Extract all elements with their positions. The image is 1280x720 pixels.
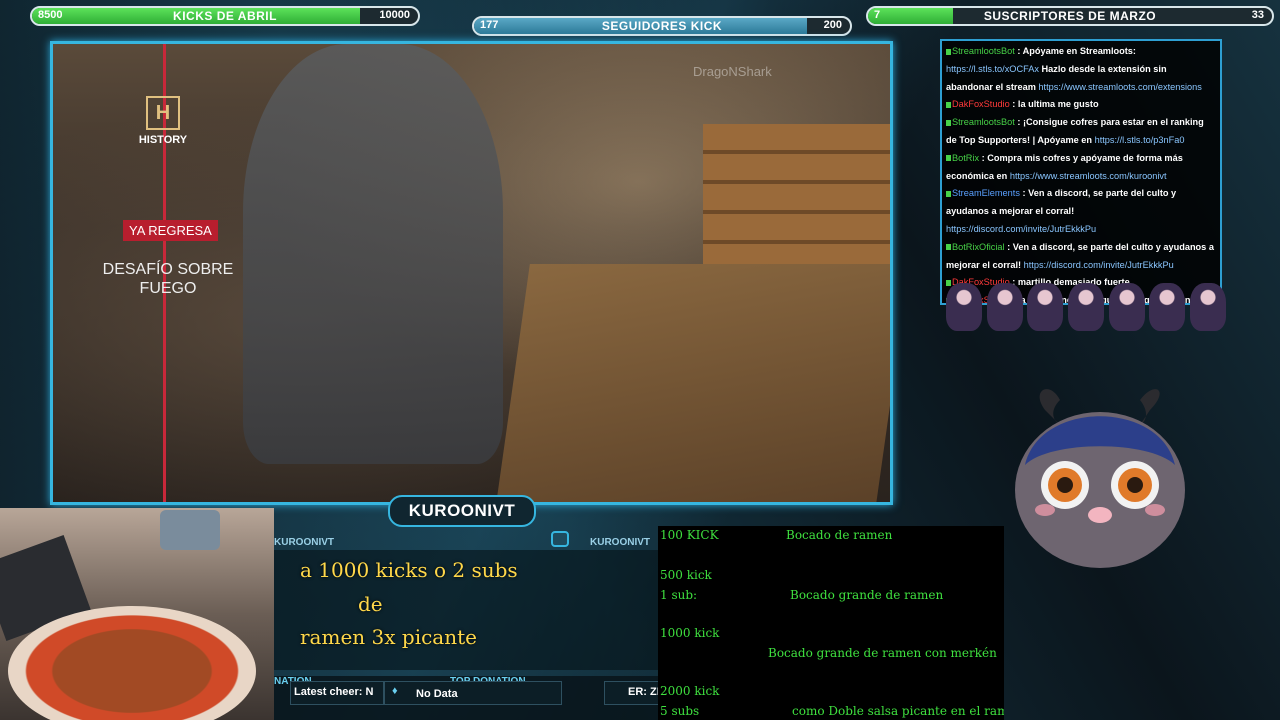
chat-message: DakFoxStudio : la ultima me gusto: [946, 96, 1216, 114]
right-horn: [1140, 389, 1160, 425]
kick-rewards-menu: 100 KICK Bocado de ramen 500 kick 1 sub: Boc…: [658, 526, 1004, 720]
character-sprite: [1027, 283, 1064, 331]
bottom-strip: NATION Latest cheer: N TOP DONATION ♦ No…: [274, 676, 662, 720]
channel-label-right: KUROONIVT: [590, 537, 650, 548]
reward-cost: 500 kick: [660, 568, 712, 582]
character-sprite: [946, 283, 982, 331]
followers-goal-bar: 177 SEGUIDORES KICK 200: [472, 16, 852, 36]
chat-username[interactable]: BotRix: [952, 153, 979, 163]
chat-link[interactable]: https://l.stls.to/xOCFAx: [946, 64, 1039, 74]
chat-separator: :: [979, 152, 988, 163]
followers-goal-title: SEGUIDORES KICK: [601, 19, 723, 33]
channel-name-badge: KUROONIVT: [388, 495, 536, 527]
mascot-mouth: [1088, 507, 1112, 523]
chat-link[interactable]: https://discord.com/invite/JutrEkkkPu: [1024, 260, 1174, 270]
donation-icon: ♦: [392, 685, 398, 697]
kicks-goal-bar: 8500 KICKS DE ABRIL 10000: [30, 6, 420, 26]
instagram-icon: [551, 531, 569, 547]
show-title: DESAFÍO SOBRE FUEGO: [93, 260, 243, 298]
show-title-line1: DESAFÍO SOBRE: [102, 261, 234, 278]
goal-line-2: de: [358, 592, 383, 616]
reward-cost: 5 subs: [660, 704, 700, 718]
reward-cost: 1 sub:: [660, 588, 698, 602]
character-row: [946, 283, 1226, 333]
chat-username[interactable]: StreamlootsBot: [952, 46, 1015, 56]
character-sprite: [1189, 283, 1226, 331]
right-value: ER: ZI: [628, 686, 660, 698]
subs-target: 33: [1251, 9, 1264, 21]
watermark: DragoNShark: [693, 64, 772, 79]
top-donation-value: No Data: [416, 688, 458, 700]
subs-goal-title: SUSCRIPTORES DE MARZO: [983, 9, 1157, 23]
reward-cost: 1000 kick: [660, 626, 720, 640]
reward-description: Bocado grande de ramen: [790, 588, 944, 602]
badge-icon: [946, 190, 951, 197]
chat-text: Apóyame en Streamloots:: [1022, 46, 1136, 56]
chat-username[interactable]: BotRixOficial: [952, 242, 1005, 252]
history-h-icon: H: [146, 96, 180, 130]
chat-overlay: StreamlootsBot : Apóyame en Streamloots:…: [940, 39, 1222, 305]
kicks-target: 10000: [379, 9, 410, 21]
chat-link[interactable]: https://www.streamloots.com/extensions: [1038, 82, 1201, 92]
chat-separator: :: [1014, 46, 1023, 56]
badge-icon: [946, 119, 951, 126]
reward-cost: 100 KICK: [660, 528, 719, 542]
chat-text: la ultima me gusto: [1017, 99, 1099, 110]
chat-message: StreamElements : Ven a discord, se parte…: [946, 185, 1216, 238]
badge-icon: [946, 155, 951, 162]
chat-message: StreamlootsBot : ¡Consigue cofres para e…: [946, 114, 1216, 150]
scene-person: [243, 44, 503, 464]
webcam-feed: [0, 508, 274, 720]
badge-icon: [946, 244, 951, 251]
channel-label-left: KUROONIVT: [274, 537, 334, 548]
scene-workbench: [496, 264, 890, 502]
video-player[interactable]: H HISTORY YA REGRESA DESAFÍO SOBRE FUEGO…: [50, 41, 893, 505]
goal-line-1: a 1000 kicks o 2 subs: [300, 558, 518, 582]
returns-tag: YA REGRESA: [123, 220, 218, 241]
history-text: HISTORY: [138, 134, 188, 146]
ramen-bowl: [8, 606, 256, 720]
reward-cost: 2000 kick: [660, 684, 720, 698]
chat-message: BotRix : Compra mis cofres y apóyame de …: [946, 150, 1216, 186]
mug: [160, 510, 220, 550]
chat-message: BotRixOficial : Ven a discord, se parte …: [946, 239, 1216, 275]
subs-goal-bar: 7 SUSCRIPTORES DE MARZO 33: [866, 6, 1274, 26]
chat-username[interactable]: StreamlootsBot: [952, 117, 1015, 127]
chat-message: StreamlootsBot : Apóyame en Streamloots:…: [946, 43, 1216, 96]
character-sprite: [1149, 283, 1186, 331]
reward-description: Bocado grande de ramen con merkén: [768, 646, 997, 660]
left-horn: [1039, 389, 1060, 425]
chat-link[interactable]: https://l.stls.to/p3nFa0: [1095, 135, 1185, 145]
chat-separator: :: [1014, 117, 1023, 128]
goal-panel: a 1000 kicks o 2 subs de ramen 3x picant…: [274, 550, 660, 670]
latest-cheer: Latest cheer: N: [294, 686, 374, 698]
kicks-goal-title: KICKS DE ABRIL: [173, 9, 277, 23]
badge-icon: [946, 48, 951, 55]
character-sprite: [1067, 283, 1104, 331]
vtuber-mascot: [1015, 389, 1185, 568]
goal-line-3: ramen 3x picante: [300, 625, 477, 649]
show-title-line2: FUEGO: [139, 280, 197, 297]
badge-icon: [946, 101, 951, 108]
chat-separator: :: [1019, 188, 1029, 199]
reward-description: Bocado de ramen: [786, 528, 893, 542]
chat-link[interactable]: https://discord.com/invite/JutrEkkkPu: [946, 224, 1096, 234]
character-sprite: [986, 283, 1023, 331]
top-donation-box: [384, 681, 562, 705]
character-sprite: [1108, 283, 1145, 331]
chat-separator: :: [1009, 99, 1018, 110]
history-logo: H HISTORY: [133, 96, 193, 146]
chat-link[interactable]: https://www.streamloots.com/kuroonivt: [1010, 171, 1167, 181]
followers-target: 200: [823, 19, 842, 31]
chat-separator: :: [1004, 241, 1013, 252]
chat-username[interactable]: DakFoxStudio: [952, 99, 1010, 109]
chat-username[interactable]: StreamElements: [952, 188, 1020, 198]
reward-description: como Doble salsa picante en el ramen: [792, 704, 1004, 718]
